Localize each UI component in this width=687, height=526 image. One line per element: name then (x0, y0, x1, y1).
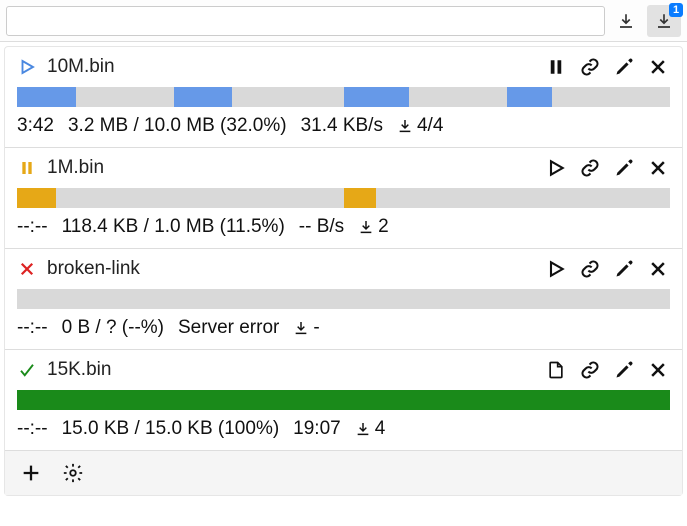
downloads-panel: 10M.bin 3:42 3.2 MB / 10.0 MB (32.0%) 31.4 … (4, 46, 683, 496)
add-button[interactable] (17, 459, 45, 487)
close-button[interactable] (646, 156, 670, 180)
edit-button[interactable] (612, 358, 636, 382)
time-remaining: 3:42 (17, 115, 54, 137)
speed: Server error (178, 317, 279, 339)
edit-button[interactable] (612, 156, 636, 180)
progress-bar (17, 87, 670, 107)
download-filename: 1M.bin (47, 157, 534, 179)
connections: 4/4 (397, 115, 443, 137)
pause-button[interactable] (544, 55, 568, 79)
download-item: 15K.bin --:-- 15.0 KB / 15.0 KB (100%) 19:0… (5, 350, 682, 451)
close-button[interactable] (646, 358, 670, 382)
progress-bar (17, 188, 670, 208)
time-remaining: --:-- (17, 216, 48, 238)
connections: - (293, 317, 319, 339)
settings-button[interactable] (59, 459, 87, 487)
size-progress: 0 B / ? (--%) (62, 317, 164, 339)
link-button[interactable] (578, 358, 602, 382)
close-button[interactable] (646, 55, 670, 79)
size-progress: 15.0 KB / 15.0 KB (100%) (62, 418, 280, 440)
progress-bar (17, 289, 670, 309)
file-button[interactable] (544, 358, 568, 382)
connections: 4 (355, 418, 386, 440)
done-status-icon (17, 361, 37, 379)
download-item: 1M.bin --:-- 118.4 KB / 1.0 MB (11.5%) -- B… (5, 148, 682, 249)
time-remaining: --:-- (17, 317, 48, 339)
time-remaining: --:-- (17, 418, 48, 440)
download-filename: broken-link (47, 258, 534, 280)
download-filename: 10M.bin (47, 56, 534, 78)
download-arrow-icon (358, 219, 374, 235)
error-status-icon (17, 260, 37, 278)
playing-status-icon (17, 58, 37, 76)
speed: -- B/s (299, 216, 344, 238)
link-button[interactable] (578, 257, 602, 281)
close-button[interactable] (646, 257, 670, 281)
progress-bar (17, 390, 670, 410)
panel-footer (5, 451, 682, 495)
badge-count: 1 (669, 3, 683, 17)
download-arrow-icon (397, 118, 413, 134)
link-button[interactable] (578, 55, 602, 79)
speed: 31.4 KB/s (301, 115, 383, 137)
download-item: broken-link --:-- 0 B / ? (--%) Server erro… (5, 249, 682, 350)
downloads-extension-icon[interactable]: 1 (647, 5, 681, 37)
size-progress: 3.2 MB / 10.0 MB (32.0%) (68, 115, 287, 137)
connections: 2 (358, 216, 389, 238)
download-arrow-icon (293, 320, 309, 336)
url-bar[interactable] (6, 6, 605, 36)
paused-status-icon (17, 159, 37, 177)
download-item: 10M.bin 3:42 3.2 MB / 10.0 MB (32.0%) 31.4 … (5, 47, 682, 148)
link-button[interactable] (578, 156, 602, 180)
edit-button[interactable] (612, 257, 636, 281)
play-button[interactable] (544, 156, 568, 180)
play-button[interactable] (544, 257, 568, 281)
speed: 19:07 (293, 418, 341, 440)
size-progress: 118.4 KB / 1.0 MB (11.5%) (62, 216, 285, 238)
edit-button[interactable] (612, 55, 636, 79)
download-arrow-icon (355, 421, 371, 437)
browser-toolbar: 1 (0, 0, 687, 42)
download-filename: 15K.bin (47, 359, 534, 381)
downloads-native-icon[interactable] (609, 5, 643, 37)
